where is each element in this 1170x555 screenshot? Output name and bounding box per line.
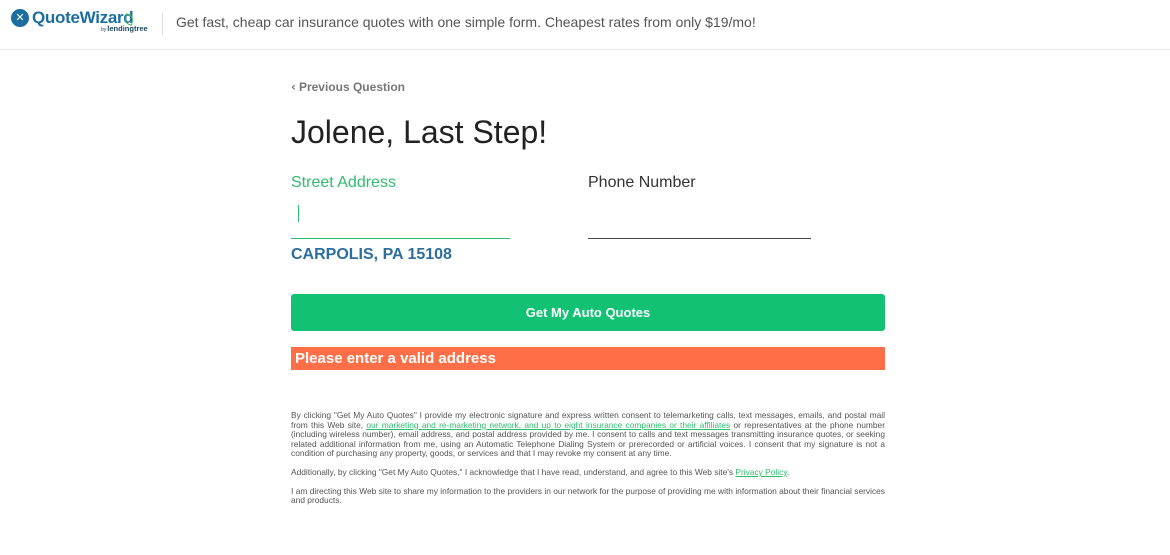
privacy-text-b: . <box>786 466 790 477</box>
street-address-field: Street Address <box>291 174 510 239</box>
chevron-left-icon: ‹ <box>291 80 296 94</box>
phone-number-input[interactable] <box>588 203 811 239</box>
previous-question-link[interactable]: ‹ Previous Question <box>291 80 405 94</box>
get-quotes-button[interactable]: Get My Auto Quotes <box>291 294 885 331</box>
logo-sub: bylendingtree <box>101 24 148 33</box>
previous-question-label: Previous Question <box>298 80 405 94</box>
street-address-label: Street Address <box>291 174 396 191</box>
privacy-text-a: Additionally, by clicking "Get My Auto Q… <box>291 466 736 477</box>
privacy-paragraph: Additionally, by clicking "Get My Auto Q… <box>291 466 885 478</box>
sharing-paragraph: I am directing this Web site to share my… <box>291 485 885 506</box>
city-state-zip: CARPOLIS, PA 15108 <box>291 246 452 263</box>
quotewizard-logo-icon <box>11 9 29 27</box>
marketing-network-link[interactable]: our marketing and re-marketing network, … <box>366 420 730 430</box>
logo-sub-by: by <box>101 27 107 33</box>
privacy-policy-link[interactable]: Privacy Policy <box>735 467 787 477</box>
header-bar: QuoteWizard bylendingtree Get fast, chea… <box>0 0 1170 50</box>
phone-number-field: Phone Number <box>588 174 811 239</box>
error-message: Please enter a valid address <box>291 347 885 370</box>
consent-paragraph: By clicking "Get My Auto Quotes" I provi… <box>291 410 885 459</box>
header-divider <box>162 13 163 35</box>
page-title: Jolene, Last Step! <box>291 114 548 150</box>
legal-disclaimer: By clicking "Get My Auto Quotes" I provi… <box>291 410 885 515</box>
header-tagline: Get fast, cheap car insurance quotes wit… <box>176 14 756 30</box>
text-cursor <box>298 205 299 222</box>
logo-sub-brand: lendingtree <box>107 24 148 33</box>
phone-number-label: Phone Number <box>588 174 696 191</box>
quotewizard-logo[interactable]: QuoteWizard bylendingtree <box>11 8 151 38</box>
street-address-input[interactable] <box>291 203 510 239</box>
